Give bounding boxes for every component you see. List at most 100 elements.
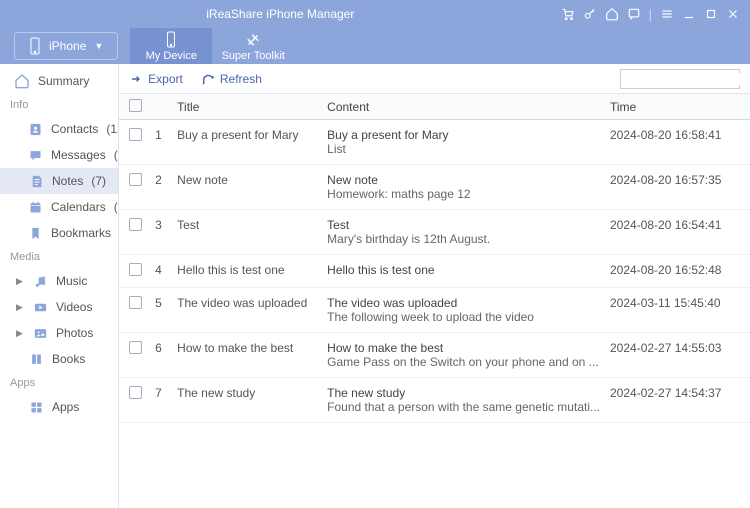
sidebar-item-messages[interactable]: Messages (1038)	[0, 142, 118, 168]
column-content[interactable]: Content	[327, 100, 610, 114]
sidebar-section-info: Info	[0, 94, 118, 116]
sidebar-item-videos[interactable]: ▶ Videos	[0, 294, 118, 320]
main-panel: Export Refresh Title Content Time 1Buy a…	[119, 64, 750, 508]
select-all-checkbox[interactable]	[129, 99, 142, 112]
row-checkbox[interactable]	[129, 296, 142, 309]
music-icon	[32, 273, 48, 289]
chevron-down-icon: ▼	[94, 41, 103, 51]
row-checkbox[interactable]	[129, 341, 142, 354]
row-content: Buy a present for MaryList	[327, 128, 610, 156]
sidebar: Summary Info Contacts (12) Messages (103…	[0, 64, 119, 508]
feedback-icon[interactable]	[627, 7, 641, 21]
row-checkbox[interactable]	[129, 128, 142, 141]
sidebar-label: Summary	[38, 74, 89, 88]
sidebar-count: (12)	[106, 122, 119, 136]
sidebar-item-contacts[interactable]: Contacts (12)	[0, 116, 118, 142]
tab-label: Super Toolkit	[222, 50, 285, 62]
toolbar: Export Refresh	[119, 64, 750, 94]
sidebar-label: Apps	[52, 400, 79, 414]
row-index: 5	[155, 296, 177, 310]
column-title[interactable]: Title	[177, 100, 327, 114]
sidebar-label: Messages	[51, 148, 106, 162]
row-time: 2024-08-20 16:57:35	[610, 173, 740, 187]
sidebar-count: (7)	[91, 174, 106, 188]
search-input[interactable]	[625, 73, 750, 85]
menu-icon[interactable]	[660, 7, 674, 21]
table-row[interactable]: 7The new studyThe new studyFound that a …	[119, 378, 750, 423]
calendar-icon	[28, 199, 43, 215]
row-index: 3	[155, 218, 177, 232]
device-dropdown[interactable]: iPhone ▼	[14, 32, 118, 60]
row-checkbox[interactable]	[129, 386, 142, 399]
row-title: Hello this is test one	[177, 263, 327, 277]
table-row[interactable]: 4Hello this is test oneHello this is tes…	[119, 255, 750, 288]
search-box[interactable]	[620, 69, 740, 89]
sidebar-item-notes[interactable]: Notes (7)	[0, 168, 118, 194]
export-button[interactable]: Export	[129, 72, 183, 86]
sidebar-label: Contacts	[51, 122, 98, 136]
sidebar-item-apps[interactable]: Apps	[0, 394, 118, 420]
video-icon	[32, 299, 48, 315]
home-icon[interactable]	[605, 7, 619, 21]
chevron-right-icon: ▶	[16, 276, 24, 287]
row-checkbox[interactable]	[129, 263, 142, 276]
maximize-icon[interactable]	[704, 7, 718, 21]
table-row[interactable]: 2New noteNew noteHomework: maths page 12…	[119, 165, 750, 210]
table-row[interactable]: 6How to make the bestHow to make the bes…	[119, 333, 750, 378]
sidebar-item-summary[interactable]: Summary	[0, 68, 118, 94]
row-title: New note	[177, 173, 327, 187]
close-icon[interactable]	[726, 7, 740, 21]
button-label: Refresh	[220, 72, 262, 86]
table-row[interactable]: 5The video was uploadedThe video was upl…	[119, 288, 750, 333]
button-label: Export	[148, 72, 183, 86]
table-row[interactable]: 3TestTestMary's birthday is 12th August.…	[119, 210, 750, 255]
bookmark-icon	[28, 225, 43, 241]
row-time: 2024-08-20 16:54:41	[610, 218, 740, 232]
topbar: iPhone ▼ My Device Super Toolkit	[0, 28, 750, 64]
column-time[interactable]: Time	[610, 100, 740, 114]
sidebar-label: Music	[56, 274, 87, 288]
row-index: 1	[155, 128, 177, 142]
sidebar-label: Calendars	[51, 200, 106, 214]
sidebar-label: Notes	[52, 174, 83, 188]
row-content: Hello this is test one	[327, 263, 610, 277]
phone-icon	[29, 37, 41, 55]
sidebar-section-apps: Apps	[0, 372, 118, 394]
sidebar-item-books[interactable]: Books	[0, 346, 118, 372]
row-checkbox[interactable]	[129, 218, 142, 231]
apps-icon	[28, 399, 44, 415]
row-content: The video was uploadedThe following week…	[327, 296, 610, 324]
row-time: 2024-03-11 15:45:40	[610, 296, 740, 310]
sidebar-item-photos[interactable]: ▶ Photos	[0, 320, 118, 346]
tab-super-toolkit[interactable]: Super Toolkit	[212, 28, 294, 64]
photo-icon	[32, 325, 48, 341]
row-index: 4	[155, 263, 177, 277]
row-index: 7	[155, 386, 177, 400]
sidebar-item-calendars[interactable]: Calendars (2)	[0, 194, 118, 220]
device-name: iPhone	[49, 39, 86, 53]
chevron-right-icon: ▶	[16, 302, 24, 313]
chevron-right-icon: ▶	[16, 328, 24, 339]
key-icon[interactable]	[583, 7, 597, 21]
row-title: Buy a present for Mary	[177, 128, 327, 142]
note-icon	[28, 173, 44, 189]
sidebar-item-bookmarks[interactable]: Bookmarks	[0, 220, 118, 246]
row-content: How to make the bestGame Pass on the Swi…	[327, 341, 610, 369]
table-row[interactable]: 1Buy a present for MaryBuy a present for…	[119, 120, 750, 165]
tab-label: My Device	[146, 50, 197, 62]
sidebar-label: Photos	[56, 326, 93, 340]
table-body: 1Buy a present for MaryBuy a present for…	[119, 120, 750, 508]
home-icon	[14, 73, 30, 89]
minimize-icon[interactable]	[682, 7, 696, 21]
row-index: 2	[155, 173, 177, 187]
row-title: Test	[177, 218, 327, 232]
titlebar-controls: |	[561, 7, 750, 22]
sidebar-item-music[interactable]: ▶ Music	[0, 268, 118, 294]
row-title: The new study	[177, 386, 327, 400]
tab-my-device[interactable]: My Device	[130, 28, 212, 64]
app-title: iReaShare iPhone Manager	[0, 7, 561, 21]
row-checkbox[interactable]	[129, 173, 142, 186]
sidebar-section-media: Media	[0, 246, 118, 268]
cart-icon[interactable]	[561, 7, 575, 21]
refresh-button[interactable]: Refresh	[201, 72, 262, 86]
